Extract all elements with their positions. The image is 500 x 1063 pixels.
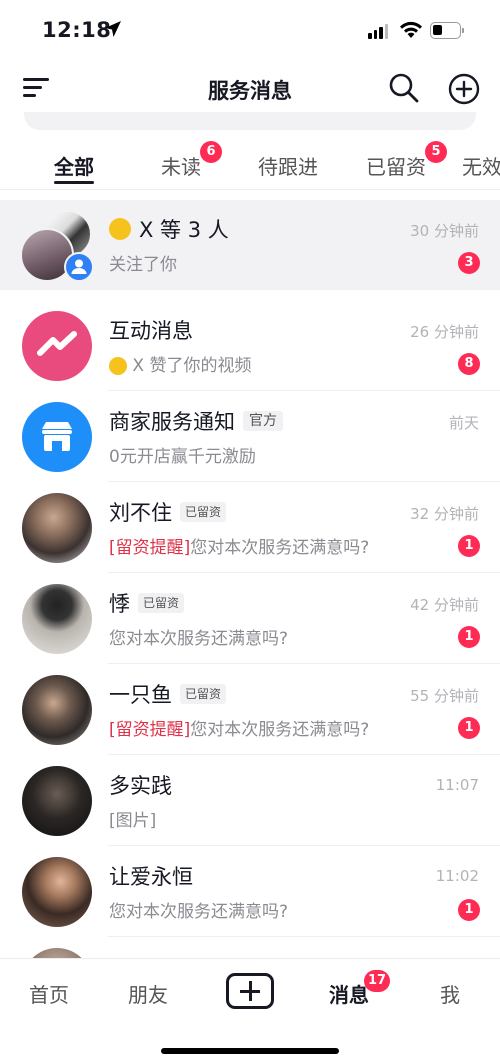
message-time: 30 分钟前 [410, 222, 479, 240]
status-bar: 12:18 [0, 0, 500, 60]
message-title: 悸 已留资 [109, 588, 185, 618]
list-item-yizhiyu[interactable]: 一只鱼 已留资 [留资提醒]您对本次服务还满意吗? 55 分钟前 1 [0, 665, 500, 755]
message-preview: [图片] [109, 811, 157, 831]
message-preview: 您对本次服务还满意吗? [109, 629, 289, 649]
search-bar[interactable] [24, 112, 476, 130]
nav-home[interactable]: 首页 [29, 979, 69, 1008]
divider [108, 936, 500, 937]
tab-unread-badge: 6 [200, 141, 222, 163]
interaction-lightning-icon [37, 331, 77, 356]
grinning-emoji-icon [109, 218, 131, 240]
filter-tabs: 全部 未读 6 待跟进 已留资 5 无效 [0, 136, 500, 190]
lead-saved-tag: 已留资 [138, 593, 185, 613]
message-preview: [留资提醒]您对本次服务还满意吗? [109, 720, 370, 740]
search-icon[interactable] [388, 72, 420, 104]
message-time: 26 分钟前 [410, 323, 479, 341]
avatar [22, 584, 92, 654]
message-title: 商家服务通知 官方 [109, 406, 283, 436]
message-preview: [留资提醒]您对本次服务还满意吗? [109, 538, 370, 558]
lead-reminder-label: [留资提醒] [109, 720, 191, 740]
nav-me[interactable]: 我 [440, 979, 460, 1008]
message-preview: 0元开店赢千元激励 [109, 447, 256, 467]
wifi-icon [400, 21, 422, 38]
add-circle-icon[interactable] [448, 73, 480, 105]
unread-count-badge: 1 [458, 899, 480, 921]
battery-icon [430, 22, 464, 39]
unread-count-badge: 8 [458, 353, 480, 375]
unread-count-badge: 3 [458, 252, 480, 274]
unread-count-badge: 1 [458, 626, 480, 648]
avatar [22, 493, 92, 563]
message-title: 多实践 [109, 774, 172, 798]
message-preview: 您对本次服务还满意吗? [109, 902, 289, 922]
divider [108, 390, 500, 391]
avatar [22, 402, 92, 472]
message-preview: X 赞了你的视频 [109, 351, 251, 376]
list-item-ji[interactable]: 悸 已留资 您对本次服务还满意吗? 42 分钟前 1 [0, 574, 500, 664]
lead-saved-tag: 已留资 [180, 502, 227, 522]
message-time: 42 分钟前 [410, 596, 479, 614]
store-icon [42, 422, 72, 451]
message-time: 11:02 [435, 867, 479, 885]
lead-reminder-label: [留资提醒] [109, 538, 191, 558]
unread-count-badge: 1 [458, 717, 480, 739]
official-tag: 官方 [243, 411, 283, 431]
avatar [22, 857, 92, 927]
page-title: 服务消息 [208, 79, 292, 103]
message-title: X 等 3 人 [109, 214, 229, 244]
message-title: 一只鱼 已留资 [109, 679, 227, 709]
avatar [22, 311, 92, 381]
tab-lead-saved[interactable]: 已留资 [366, 151, 426, 180]
divider [108, 663, 500, 664]
lead-saved-tag: 已留资 [180, 684, 227, 704]
unread-count-badge: 1 [458, 535, 480, 557]
list-item-rangaiyongheng[interactable]: 让爱永恒 您对本次服务还满意吗? 11:02 1 [0, 847, 500, 937]
message-preview: 关注了你 [109, 255, 177, 275]
create-post-button[interactable] [226, 973, 274, 1009]
message-title: 互动消息 [109, 319, 193, 343]
tab-unread[interactable]: 未读 [161, 151, 201, 180]
nav-messages[interactable]: 消息 [329, 979, 369, 1008]
list-item-duoshijian[interactable]: 多实践 [图片] 11:07 [0, 756, 500, 846]
cellular-signal-icon [368, 23, 388, 39]
divider [108, 754, 500, 755]
tab-all[interactable]: 全部 [54, 151, 94, 180]
home-indicator [161, 1048, 339, 1054]
user-badge-icon [64, 252, 94, 282]
avatar [22, 675, 92, 745]
nav-friends[interactable]: 朋友 [128, 979, 168, 1008]
message-title: 让爱永恒 [109, 865, 193, 889]
location-arrow-icon [105, 21, 121, 37]
message-time: 55 分钟前 [410, 687, 479, 705]
active-tab-indicator [54, 181, 94, 184]
tab-follow-up[interactable]: 待跟进 [258, 151, 318, 180]
message-time: 32 分钟前 [410, 505, 479, 523]
messages-badge: 17 [364, 970, 391, 992]
message-time: 前天 [448, 414, 479, 432]
list-item-merchant-service[interactable]: 商家服务通知 官方 0元开店赢千元激励 前天 [0, 392, 500, 482]
tab-invalid[interactable]: 无效 [462, 151, 500, 180]
avatar [22, 766, 92, 836]
grinning-emoji-icon [109, 357, 127, 375]
message-title: 刘不住 已留资 [109, 497, 227, 527]
list-item-interaction[interactable]: 互动消息 X 赞了你的视频 26 分钟前 8 [0, 301, 500, 391]
status-time: 12:18 [42, 18, 112, 42]
divider [108, 481, 500, 482]
message-time: 11:07 [435, 776, 479, 794]
divider [108, 845, 500, 846]
header: 服务消息 [0, 60, 500, 116]
list-item-new-followers[interactable]: X 等 3 人 关注了你 30 分钟前 3 [0, 200, 500, 290]
list-item-liubuzhu[interactable]: 刘不住 已留资 [留资提醒]您对本次服务还满意吗? 32 分钟前 1 [0, 483, 500, 573]
tab-lead-saved-badge: 5 [425, 141, 447, 163]
divider [108, 572, 500, 573]
